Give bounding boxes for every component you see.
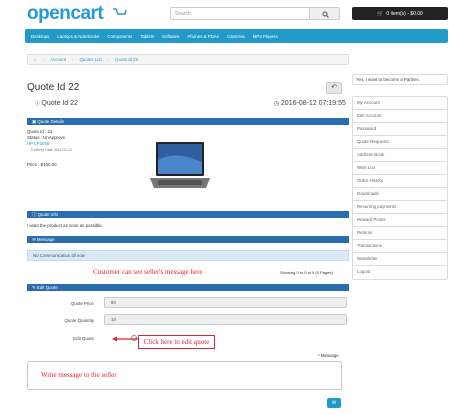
sidebar-item-recurring[interactable]: Recurring payments <box>353 201 447 214</box>
quote-quantity-label: Quote Quantity <box>64 318 94 323</box>
cart-icon: 🛒 <box>377 10 384 17</box>
account-sidebar: My Account Edit Account Password Quote R… <box>352 96 448 280</box>
nav-desktops[interactable]: Desktops <box>31 34 49 39</box>
partner-request[interactable]: Yes, I want to become a Partner.. <box>352 74 448 85</box>
home-icon[interactable]: ⌂ <box>34 57 37 62</box>
search-input[interactable]: Search <box>170 7 310 20</box>
nav-cameras[interactable]: Cameras <box>227 34 245 39</box>
message-textarea[interactable]: Write message to the seller <box>27 361 342 390</box>
quote-details-heading: ▣ Quote Details <box>27 118 349 125</box>
no-message-alert: No Communication till now <box>27 250 349 261</box>
breadcrumb-quotes-list[interactable]: Quotes List <box>79 57 101 62</box>
nav-software[interactable]: Software <box>162 34 179 39</box>
callout-arrow <box>112 336 139 342</box>
quote-date: ◷ 2016-08-12 07:19:55 <box>274 100 346 107</box>
quote-info-text: I want the product as soon as possible. <box>27 223 103 228</box>
quote-status-line: Status : UnApprove <box>27 135 66 140</box>
sidebar-item-my-account[interactable]: My Account <box>353 97 447 110</box>
sidebar-item-returns[interactable]: Returns <box>353 227 447 240</box>
nav-laptops[interactable]: Laptops & Notebooks <box>57 34 99 39</box>
nav-mp3[interactable]: MP3 Players <box>253 34 278 39</box>
sidebar-item-newsletter[interactable]: Newsletter <box>353 253 447 266</box>
quote-subtitle: ⓘ Quote Id 22 <box>35 100 78 107</box>
sidebar-item-downloads[interactable]: Downloads <box>353 188 447 201</box>
breadcrumb-account[interactable]: Account <box>50 57 66 62</box>
sidebar-item-wish-list[interactable]: Wish List <box>353 162 447 175</box>
sidebar-item-address-book[interactable]: Address Book <box>353 149 447 162</box>
cart-button[interactable]: 🛒 0 item(s) - $0.00 <box>352 7 448 20</box>
nav-tablets[interactable]: Tablets <box>140 34 154 39</box>
message-heading: ✉ Message <box>27 236 349 243</box>
main-nav: Desktops Laptops & Notebooks Components … <box>25 29 448 43</box>
send-button[interactable]: ✉ <box>327 398 341 408</box>
sidebar-item-quote-requests[interactable]: Quote Requests <box>353 136 447 149</box>
message-label: * Message <box>318 353 339 358</box>
nav-components[interactable]: Components <box>107 34 132 39</box>
clock-icon: ◷ <box>274 101 281 107</box>
quote-quantity-input[interactable]: 10 <box>104 314 347 325</box>
send-icon: ✉ <box>331 400 337 406</box>
cart-logo-icon <box>113 8 127 15</box>
edit-quote-heading: ✎ Edit Quote <box>27 284 349 291</box>
product-link[interactable]: HP LP3065 <box>27 141 49 146</box>
product-price: Price : $100.00 <box>27 162 57 167</box>
message-annotation: Customer can see seller's message here <box>93 268 203 276</box>
sidebar-item-order-history[interactable]: Order History <box>353 175 447 188</box>
store-logo[interactable]: opencart <box>27 3 104 25</box>
product-image[interactable] <box>146 140 214 192</box>
sidebar-item-transactions[interactable]: Transactions <box>353 240 447 253</box>
quote-info-heading: ⓘ Quote Info <box>27 211 349 218</box>
quote-price-label: Quote Price <box>70 301 94 306</box>
pagination-text: Showing 0 to 0 of 0 (0 Pages) <box>280 270 333 275</box>
delivery-date: - Delivery Date 2011-04-22 <box>29 148 72 152</box>
edit-quote-label: Edit Quote <box>73 336 94 341</box>
breadcrumb-quote[interactable]: Quote Id 22 <box>115 57 138 62</box>
back-button[interactable]: ↶ <box>326 82 342 94</box>
back-arrow-icon: ↶ <box>331 84 337 91</box>
sidebar-item-edit-account[interactable]: Edit Account <box>353 110 447 123</box>
edit-quote-callout: Click here to edit quote <box>138 335 215 349</box>
quote-id-line: Quote Id : 22 <box>27 129 53 134</box>
quote-price-input[interactable]: 80 <box>104 297 347 308</box>
page-title: Quote Id 22 <box>27 82 80 93</box>
nav-phones[interactable]: Phones & PDAs <box>187 34 218 39</box>
sidebar-item-reward-points[interactable]: Reward Points <box>353 214 447 227</box>
search-icon <box>322 11 329 18</box>
breadcrumb: ⌂ › Account › Quotes List › Quote Id 22 <box>27 54 349 65</box>
sidebar-item-logout[interactable]: Logout <box>353 266 447 279</box>
sidebar-item-password[interactable]: Password <box>353 123 447 136</box>
search-button[interactable] <box>310 7 340 20</box>
